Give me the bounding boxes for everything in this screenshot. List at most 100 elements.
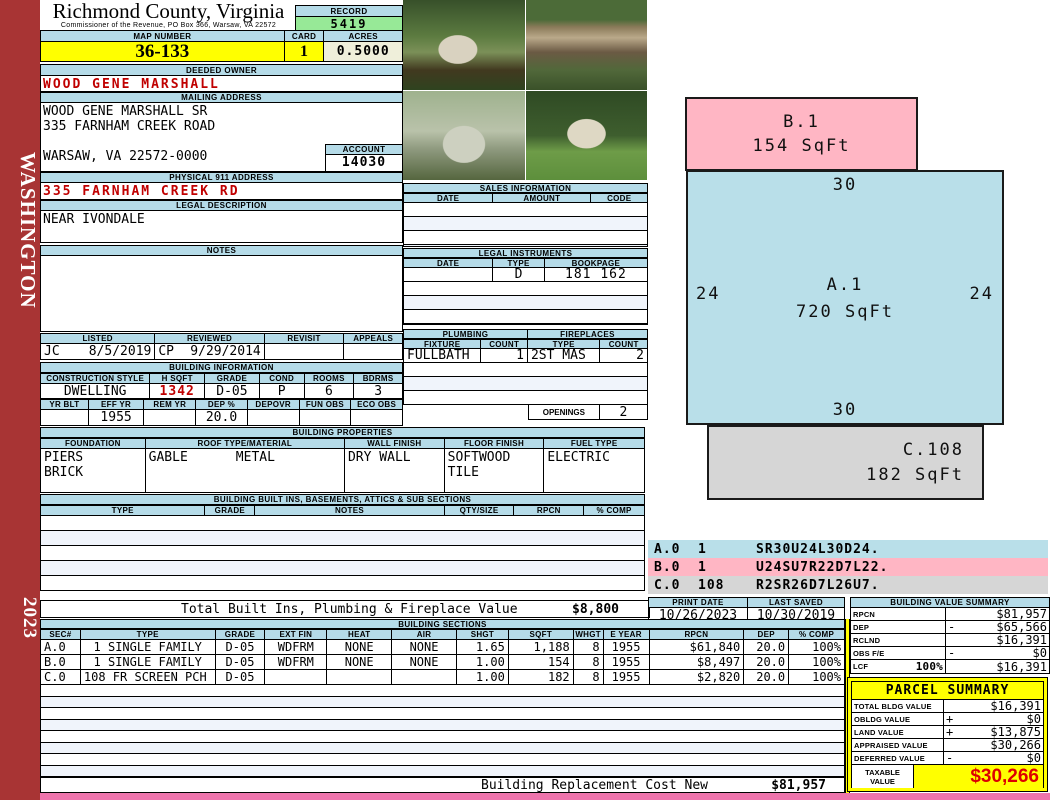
bvs-rpcn-value: $81,957	[996, 607, 1047, 621]
legal-instruments-empty-rows	[403, 282, 648, 325]
bs-b-sqft: 154	[509, 655, 574, 669]
bvs-obs-op: -	[948, 646, 956, 660]
depovr-value	[248, 410, 300, 425]
bvs-lcf-value: $16,391	[996, 659, 1047, 674]
building-properties-values: PIERS BRICK GABLE METAL DRY WALL SOFTWOO…	[40, 449, 645, 493]
bdrms-value: 3	[374, 383, 383, 399]
ps-land-label: LAND VALUE	[852, 726, 944, 738]
depovr-label: DEPOVR	[247, 400, 300, 409]
legal-description-value: NEAR IVONDALE	[40, 211, 403, 243]
bvs-rows: RPCN $81,957 DEP - $65,566 RCLND $16,391	[850, 607, 1050, 674]
bs-type-label: TYPE	[80, 630, 216, 639]
bs-a-rpcn: $61,840	[650, 640, 745, 654]
roof-type-value: GABLE	[148, 450, 188, 465]
acres-value: 0.5000	[324, 42, 402, 61]
bvs-lcf-label: LCF 100%	[851, 660, 946, 673]
ps-taxable-value: $30,266	[970, 765, 1039, 787]
record-box: RECORD 5419	[295, 5, 403, 31]
legend-c-trace: R2SR26D7L26U7.	[756, 577, 880, 593]
bvs-rclnd-label: RCLND	[851, 634, 946, 646]
legend-a-qty: 1	[698, 541, 707, 557]
fixture-count-label: COUNT	[481, 340, 528, 349]
roof-label: ROOF TYPE/MATERIAL	[145, 439, 345, 448]
hsqft-value: 1342	[150, 384, 206, 399]
property-photo-4[interactable]	[526, 91, 647, 180]
bs-a-heat: NONE	[327, 640, 393, 654]
bs-c-air	[392, 670, 457, 684]
bs-sqft-label: SQFT	[508, 630, 574, 639]
ps-deferred-op: -	[946, 751, 954, 765]
legal-instruments-label: LEGAL INSTRUMENTS	[403, 248, 648, 258]
legend-b-sec: B.0	[654, 559, 681, 575]
plumbing-fireplaces-row: FULLBATH 1 2ST MAS 2	[403, 348, 648, 363]
bvs-dep-value: $65,566	[996, 620, 1047, 634]
floor-finish-line2: TILE	[447, 465, 479, 480]
fireplace-type-label: TYPE	[527, 340, 601, 349]
cond-label: COND	[259, 374, 305, 383]
photo-grid	[403, 0, 648, 181]
wall-finish-label: WALL FINISH	[345, 439, 445, 448]
sales-code-label: CODE	[591, 194, 647, 203]
sketch-section-a1: 30 24 24 30 A.1 720 SqFt	[686, 170, 1004, 425]
legend-row-b: B.0 1 U24SU7R22D7L22.	[648, 558, 1048, 576]
bs-rpcn-label: RPCN	[649, 630, 745, 639]
bs-c-sec: C.0	[41, 670, 81, 684]
sales-date-label: DATE	[404, 194, 494, 203]
bs-c-eyear: 1955	[604, 670, 650, 684]
bs-a-dep: 20.0	[744, 640, 790, 654]
openings-label: OPENINGS	[529, 405, 600, 419]
bs-c-rpcn: $2,820	[650, 670, 745, 684]
record-label: RECORD	[295, 5, 403, 17]
built-ins-label: BUILDING BUILT INS, BASEMENTS, ATTICS & …	[40, 494, 645, 505]
bs-c-extfin	[265, 670, 328, 684]
account-box: ACCOUNT 14030	[325, 144, 403, 172]
acres-label: ACRES	[324, 31, 402, 41]
parcel-summary: PARCEL SUMMARY TOTAL BLDG VALUE $16,391 …	[847, 677, 1048, 792]
fuel-type-label: FUEL TYPE	[544, 439, 645, 448]
sketch-c108-id: C.108	[902, 439, 964, 460]
bs-b-air: NONE	[392, 655, 457, 669]
built-ins-total-value: $8,800	[572, 601, 619, 617]
replacement-cost-label: Building Replacement Cost New	[481, 777, 708, 793]
legend-b-qty: 1	[698, 559, 707, 575]
sketch-a1-center: A.1 720 SqFt	[688, 272, 1002, 326]
li-type-value: D	[493, 267, 545, 282]
county-subtitle: Commissioner of the Revenue, PO Box 366,…	[60, 22, 277, 29]
notes-label: NOTES	[40, 245, 403, 256]
bs-grade-label: GRADE	[215, 630, 266, 639]
parcel-summary-title: PARCEL SUMMARY	[852, 682, 1043, 700]
county-header: Richmond County, Virginia Commissioner o…	[42, 1, 295, 30]
property-photo-2[interactable]	[526, 0, 647, 90]
county-title: Richmond County, Virginia	[52, 0, 285, 23]
sales-headers: DATE AMOUNT CODE	[403, 193, 648, 203]
revisit-label: REVISIT	[264, 334, 345, 343]
bs-b-eyear: 1955	[604, 655, 650, 669]
property-photo-1[interactable]	[403, 0, 525, 90]
fireplace-count-label: COUNT	[600, 340, 647, 349]
ps-total-bldg-value: $16,391	[990, 699, 1041, 713]
sketch-a1-dim-bottom: 30	[832, 400, 858, 420]
built-ins-total-label: Total Built Ins, Plumbing & Fireplace Va…	[181, 601, 518, 617]
bvs-obs-value: $0	[1032, 646, 1047, 660]
property-photo-3[interactable]	[403, 91, 525, 180]
building-section-row-a: A.0 1 SINGLE FAMILY D-05 WDFRM NONE NONE…	[40, 640, 845, 655]
building-information-label: BUILDING INFORMATION	[40, 362, 403, 373]
spine-year-label: 2023	[19, 597, 40, 639]
remyr-label: REM YR	[144, 400, 197, 409]
openings-value: 2	[619, 404, 628, 420]
sketch-section-b1: B.1 154 SqFt	[685, 97, 918, 171]
building-section-row-b: B.0 1 SINGLE FAMILY D-05 WDFRM NONE NONE…	[40, 655, 845, 670]
card-value: 1	[284, 42, 325, 61]
ecoobs-label: ECO OBS	[351, 400, 403, 409]
sketch-c108-sqft: 182 SqFt	[866, 464, 964, 485]
sales-empty-rows	[403, 203, 648, 247]
account-label: ACCOUNT	[325, 144, 403, 155]
bs-b-sec: B.0	[41, 655, 81, 669]
ps-appraised-label: APPRAISED VALUE	[852, 739, 944, 751]
bvs-dep-label: DEP	[851, 621, 946, 633]
bs-heat-label: HEAT	[327, 630, 393, 639]
bs-b-grade: D-05	[216, 655, 266, 669]
listed-by: JC	[44, 344, 60, 359]
legend-a-sec: A.0	[654, 541, 681, 557]
review-values: JC 8/5/2019 CP 9/29/2014	[40, 344, 403, 360]
